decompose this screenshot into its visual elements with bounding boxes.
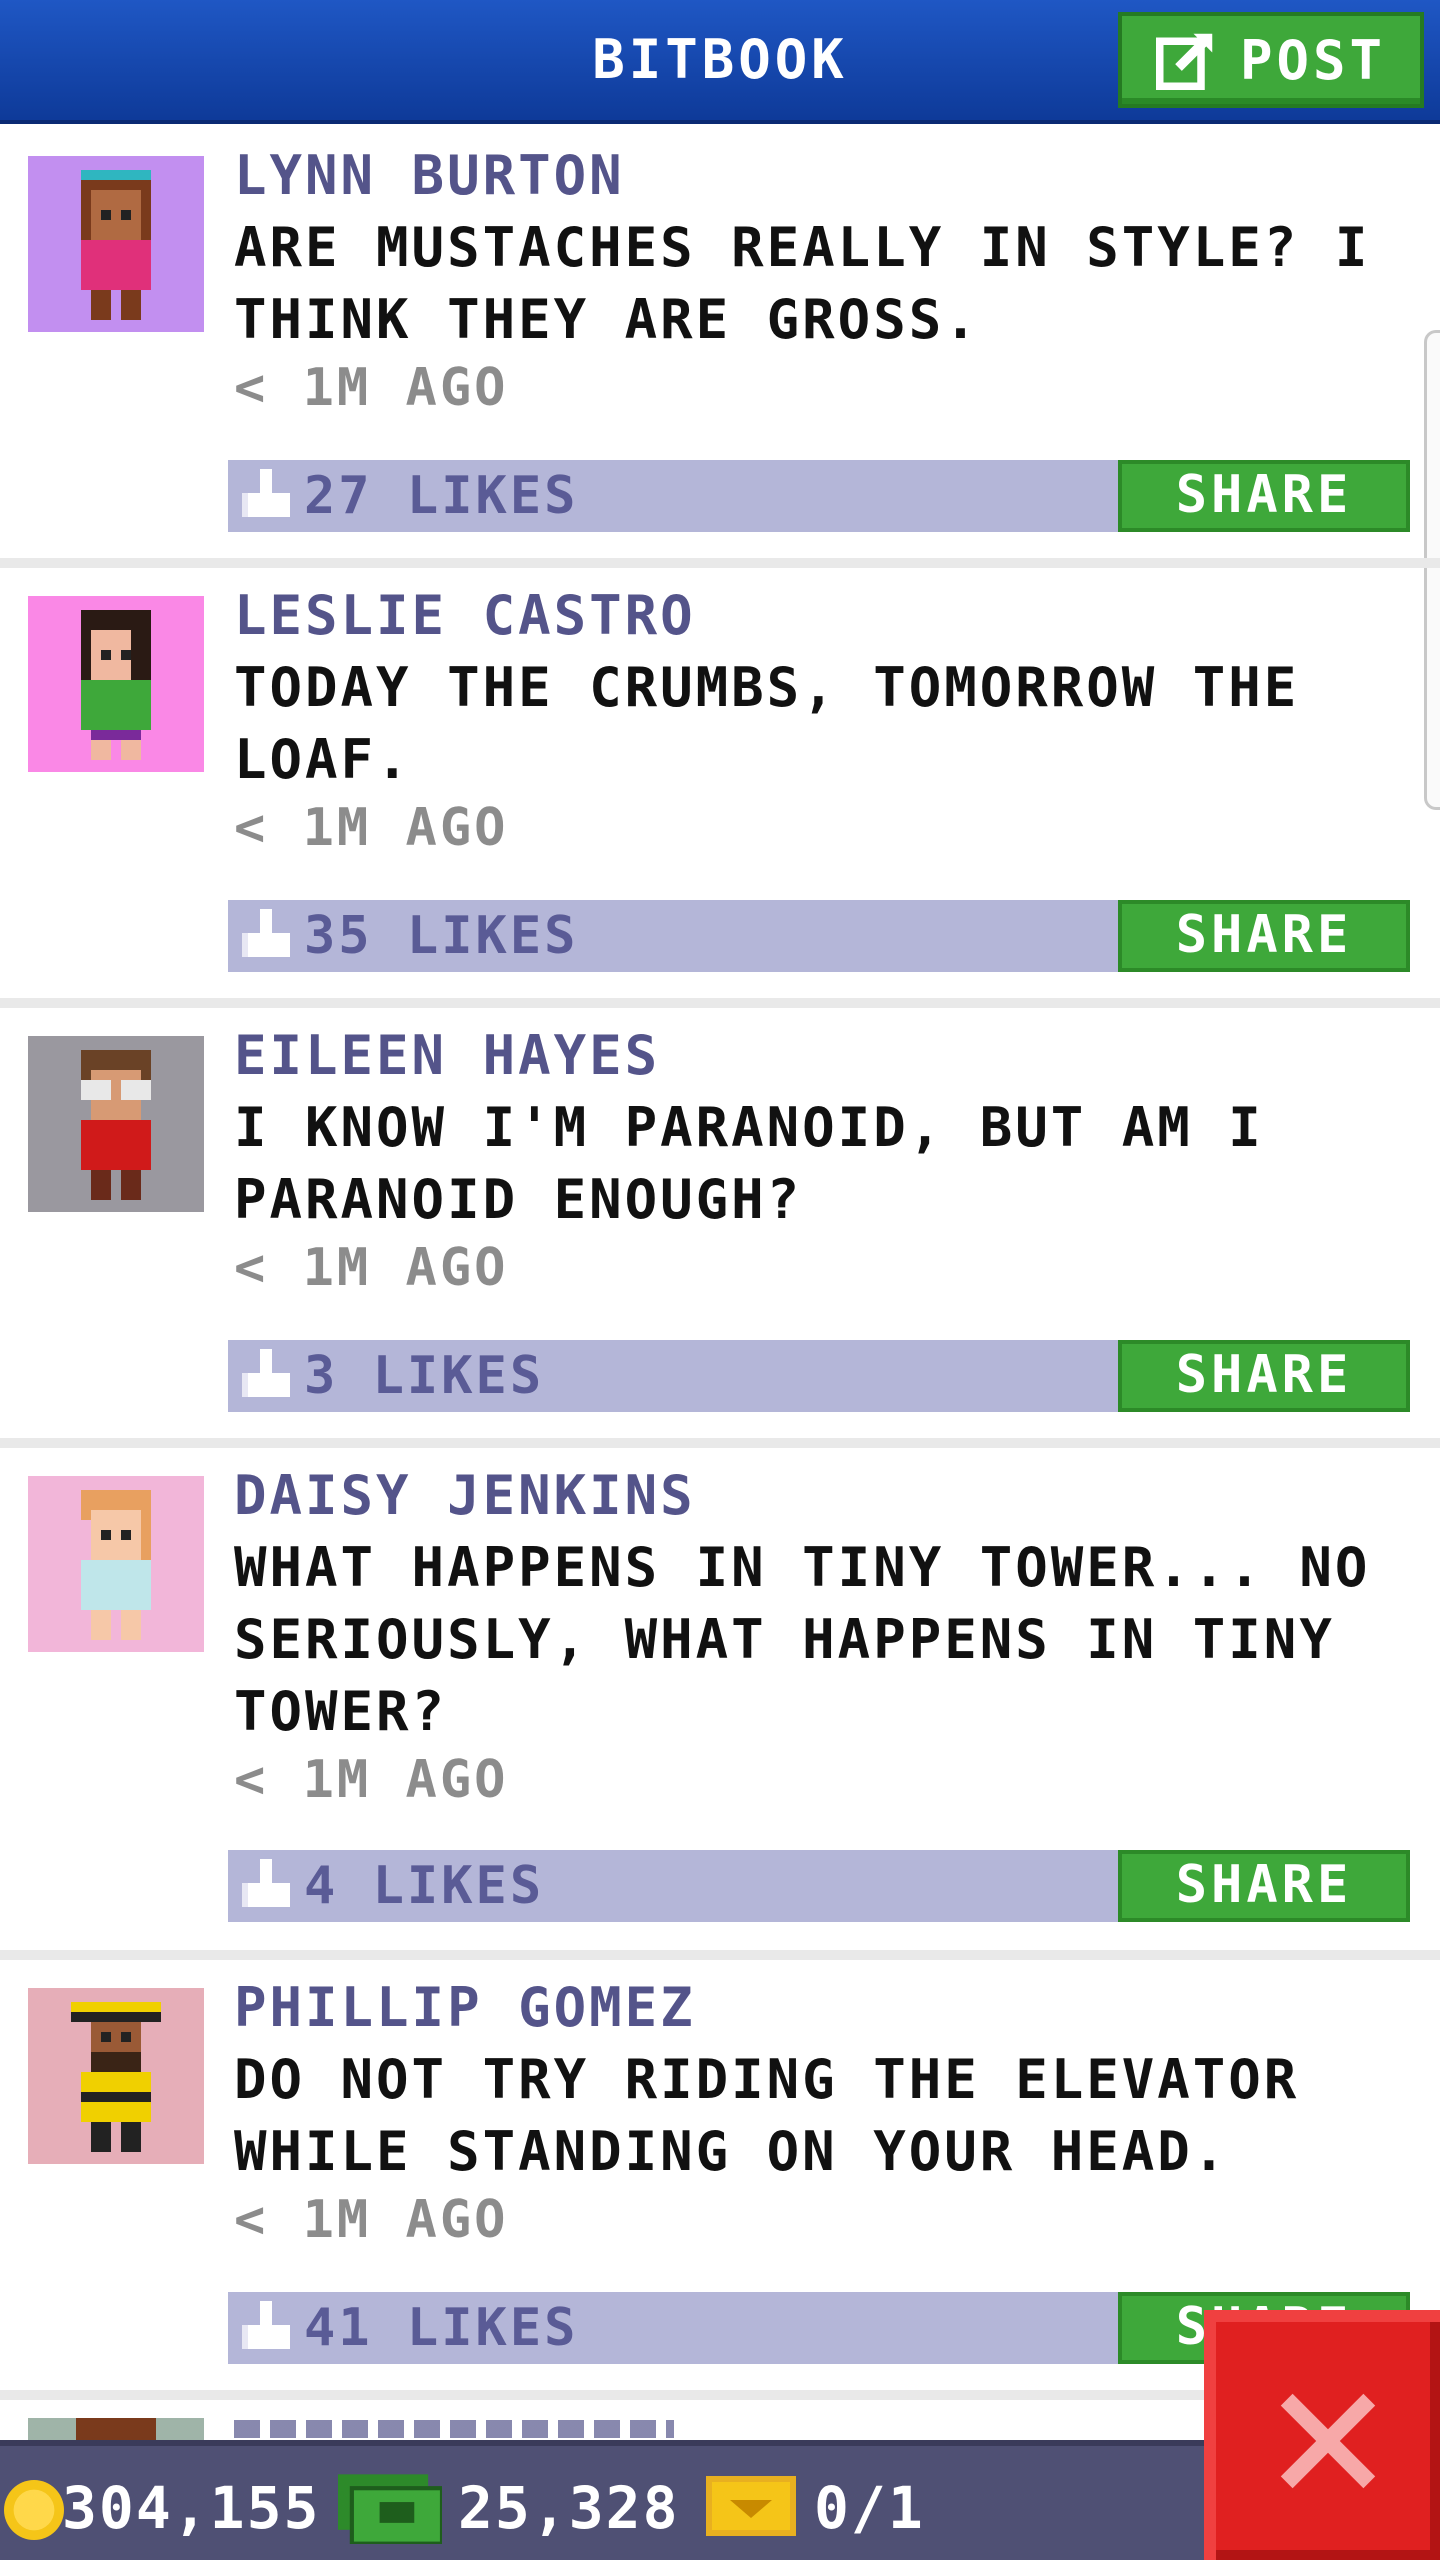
- share-button[interactable]: SHARE: [1118, 460, 1410, 532]
- close-icon: [1280, 2393, 1376, 2489]
- post-author[interactable]: PHILLIP GOMEZ: [234, 1976, 696, 2039]
- share-button[interactable]: SHARE: [1118, 900, 1410, 972]
- post-feed: LYNN BURTON ARE MUSTACHES REALLY IN STYL…: [0, 128, 1440, 2400]
- share-button[interactable]: SHARE: [1118, 1850, 1410, 1922]
- avatar: [28, 156, 204, 332]
- avatar: [28, 1476, 204, 1652]
- thumbs-up-icon: [242, 909, 290, 957]
- likes-count: 27 LIKES: [304, 466, 579, 526]
- bux-icon: [338, 2474, 442, 2544]
- post-author[interactable]: LYNN BURTON: [234, 144, 625, 207]
- close-button[interactable]: [1204, 2310, 1440, 2560]
- post-author[interactable]: DAISY JENKINS: [234, 1464, 696, 1527]
- likes-count: 4 LIKES: [304, 1856, 545, 1916]
- post-message: ARE MUSTACHES REALLY IN STYLE? I THINK T…: [234, 216, 1371, 351]
- person-icon: [71, 2002, 161, 2152]
- post-author: [234, 2420, 674, 2438]
- post-timestamp: < 1M AGO: [234, 1750, 509, 1810]
- post-timestamp: < 1M AGO: [234, 358, 509, 418]
- post-button[interactable]: POST: [1118, 12, 1424, 108]
- like-bar[interactable]: 27 LIKES SHARE: [228, 460, 1410, 532]
- person-icon: [81, 610, 151, 760]
- likes-count: 35 LIKES: [304, 906, 579, 966]
- bux-count: 25,328: [458, 2474, 680, 2542]
- feed-post: LYNN BURTON ARE MUSTACHES REALLY IN STYL…: [0, 128, 1440, 568]
- person-icon: [81, 1050, 151, 1200]
- avatar: [28, 596, 204, 772]
- like-bar[interactable]: 35 LIKES SHARE: [228, 900, 1410, 972]
- like-bar[interactable]: 4 LIKES SHARE: [228, 1850, 1410, 1922]
- post-button-label: POST: [1239, 28, 1387, 92]
- post-timestamp: < 1M AGO: [234, 1238, 509, 1298]
- feed-post: EILEEN HAYES I KNOW I'M PARANOID, BUT AM…: [0, 1008, 1440, 1448]
- compose-icon: [1155, 33, 1213, 90]
- person-icon: [81, 170, 151, 320]
- avatar: [28, 1036, 204, 1212]
- post-message: DO NOT TRY RIDING THE ELEVATOR WHILE STA…: [234, 2048, 1300, 2183]
- like-bar[interactable]: 3 LIKES SHARE: [228, 1340, 1410, 1412]
- thumbs-up-icon: [242, 2301, 290, 2349]
- avatar: [28, 1988, 204, 2164]
- likes-count: 3 LIKES: [304, 1346, 545, 1406]
- avatar: [28, 2418, 204, 2442]
- thumbs-up-icon: [242, 469, 290, 517]
- post-author[interactable]: LESLIE CASTRO: [234, 584, 696, 647]
- thumbs-up-icon: [242, 1859, 290, 1907]
- thumbs-up-icon: [242, 1349, 290, 1397]
- app-header: BITBOOK POST: [0, 0, 1440, 124]
- post-message: WHAT HAPPENS IN TINY TOWER... NO SERIOUS…: [234, 1536, 1371, 1743]
- coin-icon: [4, 2480, 64, 2540]
- post-timestamp: < 1M AGO: [234, 798, 509, 858]
- feed-post: DAISY JENKINS WHAT HAPPENS IN TINY TOWER…: [0, 1448, 1440, 1960]
- likes-count: 41 LIKES: [304, 2298, 579, 2358]
- post-author[interactable]: EILEEN HAYES: [234, 1024, 660, 1087]
- post-message: TODAY THE CRUMBS, TOMORROW THE LOAF.: [234, 656, 1300, 791]
- ticket-icon: [706, 2476, 796, 2536]
- coins-count: 304,155: [62, 2474, 321, 2542]
- person-icon: [81, 1490, 151, 1640]
- share-button[interactable]: SHARE: [1118, 1340, 1410, 1412]
- post-message: I KNOW I'M PARANOID, BUT AM I PARANOID E…: [234, 1096, 1264, 1231]
- feed-post: LESLIE CASTRO TODAY THE CRUMBS, TOMORROW…: [0, 568, 1440, 1008]
- tickets-count: 0/1: [814, 2474, 925, 2542]
- post-timestamp: < 1M AGO: [234, 2190, 509, 2250]
